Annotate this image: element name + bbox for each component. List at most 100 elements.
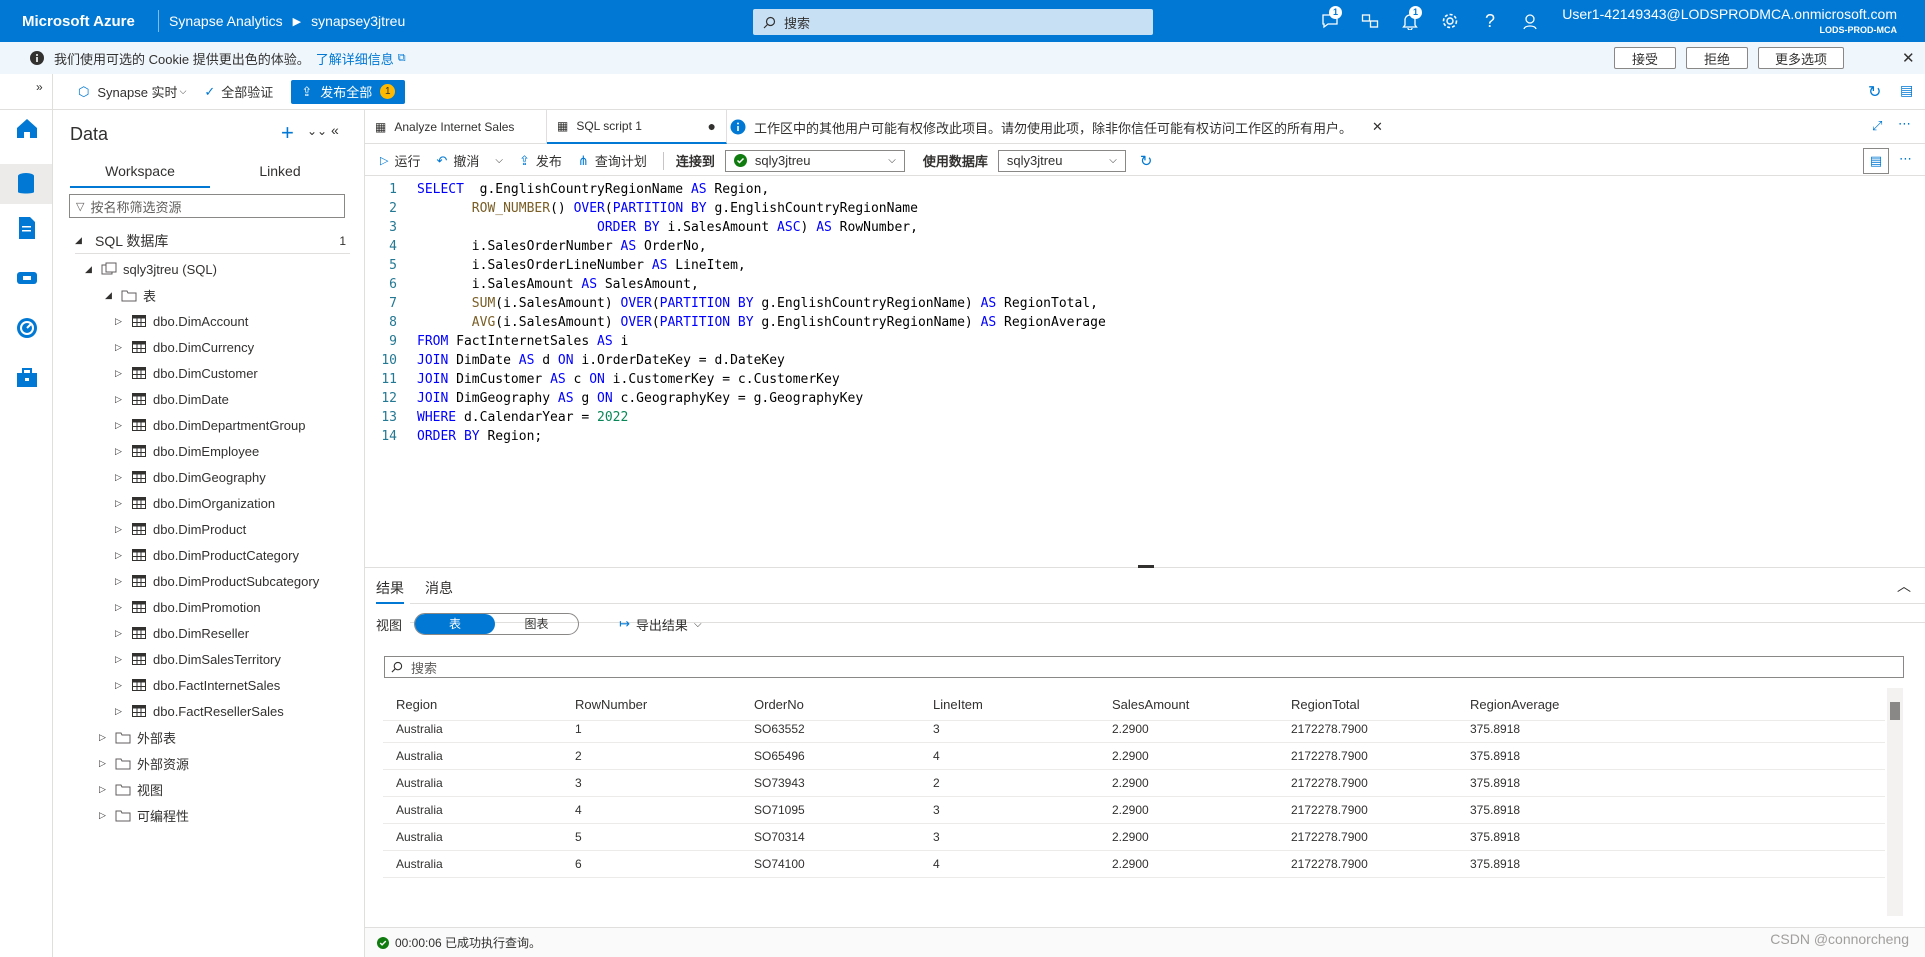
tree-tables-folder[interactable]: ◢ 表 [105, 282, 156, 308]
column-header[interactable]: RegionAverage [1457, 697, 1559, 712]
cookie-more-options-button[interactable]: 更多选项 [1758, 47, 1844, 69]
unsaved-dot-icon[interactable]: ● [708, 118, 716, 134]
tree-sql-databases[interactable]: ◢ SQL 数据库 1 [75, 228, 350, 254]
run-button[interactable]: ▷ 运行 [380, 151, 420, 170]
integrate-hub-icon[interactable] [13, 264, 41, 292]
properties-icon[interactable]: ▤ [1863, 148, 1889, 174]
tree-table-item[interactable]: ▷ dbo.DimEmployee [115, 438, 259, 464]
expand-icon[interactable]: ⤢ [1872, 118, 1882, 134]
data-hub-icon[interactable] [0, 164, 52, 204]
publish-all-button[interactable]: ⇪ 发布全部 1 [291, 79, 406, 104]
tree-database[interactable]: ◢ sqly3jtreu (SQL) [85, 256, 217, 282]
brand-title[interactable]: Microsoft Azure [0, 13, 148, 30]
tree-table-item[interactable]: ▷ dbo.DimCustomer [115, 360, 258, 386]
directory-switch-icon[interactable] [1350, 0, 1390, 42]
tree-table-item[interactable]: ▷ dbo.DimGeography [115, 464, 266, 490]
query-plan-button[interactable]: ⋔ 查询计划 [578, 151, 647, 170]
column-header[interactable]: RowNumber [562, 697, 647, 712]
export-results-button[interactable]: 导出结果 [636, 615, 688, 634]
feedback-icon[interactable]: 1 [1310, 0, 1350, 42]
sql-code-editor[interactable]: 1 SELECT g.EnglishCountryRegionName AS Re… [365, 178, 1925, 623]
column-header[interactable]: Region [383, 697, 437, 712]
results-scrollbar[interactable] [1887, 688, 1903, 916]
breadcrumb-workspace[interactable]: synapsey3jtreu [311, 13, 405, 29]
tree-table-item[interactable]: ▷ dbo.FactResellerSales [115, 698, 284, 724]
tree-table-item[interactable]: ▷ dbo.FactInternetSales [115, 672, 280, 698]
more-icon[interactable]: ⋯ [1898, 116, 1911, 132]
collapse-panel-icon[interactable]: « [331, 122, 339, 138]
close-icon[interactable]: ✕ [1902, 49, 1915, 67]
close-icon[interactable]: ✕ [1372, 119, 1383, 135]
database-select[interactable]: sqly3jtreu ⌵ [997, 149, 1126, 172]
home-icon[interactable] [13, 114, 41, 142]
refresh-icon[interactable]: ↻ [1140, 152, 1153, 170]
tree-table-item[interactable]: ▷ dbo.DimReseller [115, 620, 249, 646]
synapse-live-dropdown[interactable]: ⬡ Synapse 实时 ⌵ [78, 82, 186, 101]
manage-hub-icon[interactable] [13, 364, 41, 392]
refresh-icon[interactable]: ↻ [1868, 82, 1881, 102]
results-search-input[interactable]: 搜索 [384, 656, 1904, 678]
chevron-down-icon[interactable]: ⌵ [495, 155, 503, 166]
tab-sql-script-1[interactable]: ▦ SQL script 1 ● [547, 109, 727, 144]
tree-table-item[interactable]: ▷ dbo.DimProduct [115, 516, 246, 542]
column-header[interactable]: LineItem [920, 697, 983, 712]
breadcrumb-service[interactable]: Synapse Analytics [169, 13, 283, 29]
tree-folder-item[interactable]: ▷ 外部资源 [99, 750, 189, 776]
tab-messages[interactable]: 消息 [425, 578, 453, 598]
table-row[interactable]: Australia 2 SO65496 4 2.2900 2172278.7900 375.… [383, 743, 1885, 770]
tree-table-item[interactable]: ▷ dbo.DimAccount [115, 308, 248, 334]
tree-table-item[interactable]: ▷ dbo.DimProductSubcategory [115, 568, 319, 594]
table-row[interactable]: Australia 6 SO74100 4 2.2900 2172278.7900 375.… [383, 851, 1885, 878]
collapse-all-icon[interactable]: ⌄⌄ [307, 124, 327, 138]
add-icon[interactable]: + [281, 120, 294, 146]
table-row[interactable]: Australia 4 SO71095 3 2.2900 2172278.7900 375.… [383, 797, 1885, 824]
tree-table-item[interactable]: ▷ dbo.DimCurrency [115, 334, 254, 360]
help-icon[interactable]: ? [1470, 0, 1510, 42]
scroll-thumb[interactable] [1890, 702, 1900, 720]
tab-analyze-internet-sales[interactable]: ▦ Analyze Internet Sales [365, 109, 547, 144]
table-row[interactable]: Australia 5 SO70314 3 2.2900 2172278.7900 375.… [383, 824, 1885, 851]
tree-folder-item[interactable]: ▷ 视图 [99, 776, 163, 802]
develop-hub-icon[interactable] [13, 214, 41, 242]
view-chart-option[interactable]: 图表 [495, 614, 578, 634]
more-icon[interactable]: ⋯ [1899, 151, 1912, 167]
tree-table-item[interactable]: ▷ dbo.DimDate [115, 386, 229, 412]
clipboard-icon[interactable]: ▤ [1900, 82, 1913, 99]
view-toggle[interactable]: 表 图表 [414, 613, 580, 635]
table-row[interactable]: Australia 3 SO73943 2 2.2900 2172278.7900 375.… [383, 770, 1885, 797]
tree-table-item[interactable]: ▷ dbo.DimProductCategory [115, 542, 299, 568]
cookie-reject-button[interactable]: 拒绝 [1686, 47, 1748, 69]
table-row[interactable]: Australia 1 SO63552 3 2.2900 2172278.7900 375.… [383, 716, 1885, 743]
column-header[interactable]: RegionTotal [1278, 697, 1360, 712]
cookie-learn-more-link[interactable]: 了解详细信息 [316, 49, 394, 68]
view-table-option[interactable]: 表 [415, 614, 496, 634]
publish-button[interactable]: ⇪ 发布 [519, 151, 562, 170]
filter-resources-input[interactable]: ▽ 按名称筛选资源 [69, 194, 345, 218]
tree-table-item[interactable]: ▷ dbo.DimSalesTerritory [115, 646, 281, 672]
tree-folder-item[interactable]: ▷ 外部表 [99, 724, 176, 750]
table-icon [129, 315, 149, 327]
column-header[interactable]: OrderNo [741, 697, 804, 712]
global-search-input[interactable]: 搜索 [753, 9, 1153, 35]
tab-linked[interactable]: Linked [210, 158, 350, 188]
tree-folder-item[interactable]: ▷ 可编程性 [99, 802, 189, 828]
connection-select[interactable]: sqly3jtreu ⌵ [724, 149, 905, 172]
user-account[interactable]: User1-42149343@LODSPRODMCA.onmicrosoft.c… [1562, 6, 1897, 35]
chevron-down-icon[interactable]: ⌵ [694, 619, 702, 630]
tab-results[interactable]: 结果 [376, 578, 404, 604]
tab-workspace[interactable]: Workspace [70, 158, 210, 188]
notifications-icon[interactable]: 1 [1390, 0, 1430, 42]
cookie-accept-button[interactable]: 接受 [1614, 47, 1676, 69]
monitor-hub-icon[interactable] [13, 314, 41, 342]
column-header[interactable]: SalesAmount [1099, 697, 1189, 712]
tree-table-item[interactable]: ▷ dbo.DimOrganization [115, 490, 275, 516]
tree-table-item[interactable]: ▷ dbo.DimPromotion [115, 594, 261, 620]
splitter-handle[interactable] [1138, 565, 1154, 568]
tree-table-item[interactable]: ▷ dbo.DimDepartmentGroup [115, 412, 305, 438]
settings-gear-icon[interactable] [1430, 0, 1470, 42]
undo-button[interactable]: ↶ 撤消 [436, 151, 479, 170]
validate-all-button[interactable]: ✓ 全部验证 [204, 82, 273, 101]
support-icon[interactable] [1510, 0, 1550, 42]
table-name: dbo.DimDepartmentGroup [153, 417, 306, 433]
collapse-chevron-icon[interactable]: ︿ [1897, 576, 1911, 596]
